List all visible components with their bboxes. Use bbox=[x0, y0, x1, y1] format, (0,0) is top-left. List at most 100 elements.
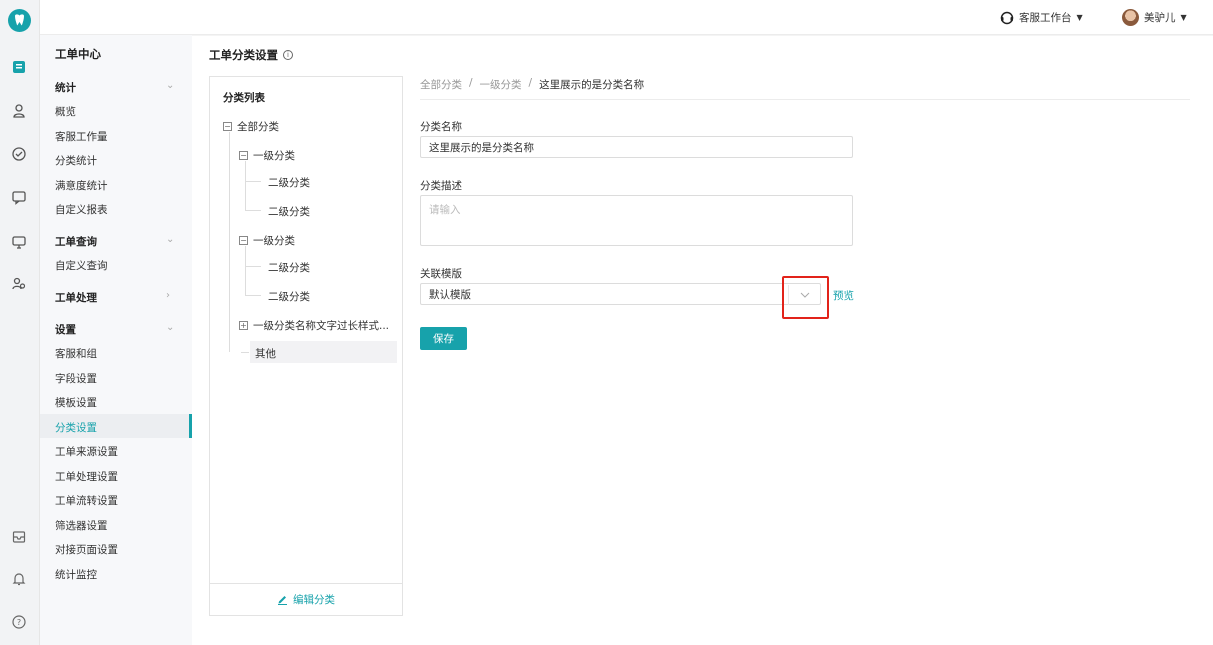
icon-rail: ? bbox=[0, 0, 40, 645]
caret-down-icon: ▼ bbox=[1076, 13, 1083, 22]
nav-item-process-settings[interactable]: 工单处理设置 bbox=[55, 469, 118, 484]
tree-guide bbox=[229, 132, 230, 352]
breadcrumb: 全部分类 / 一级分类 / 这里展示的是分类名称 bbox=[420, 77, 644, 92]
info-icon[interactable]: i bbox=[283, 50, 293, 60]
headset-icon bbox=[1000, 11, 1014, 24]
help-icon[interactable]: ? bbox=[10, 613, 28, 631]
desc-placeholder: 请输入 bbox=[429, 204, 461, 216]
breadcrumb-item[interactable]: 一级分类 bbox=[480, 77, 522, 92]
user-name: 美驴儿 bbox=[1144, 12, 1176, 24]
breadcrumb-item[interactable]: 全部分类 bbox=[420, 77, 462, 92]
tree-node-level2[interactable]: 二级分类 bbox=[268, 289, 310, 304]
nav-item-category-settings[interactable]: 分类设置 bbox=[55, 420, 97, 435]
tree-node-root[interactable]: − 全部分类 bbox=[223, 119, 279, 134]
sidebar-nav: 工单中心 统计 ⌄ 概览 客服工作量 分类统计 满意度统计 自定义报表 工单查询… bbox=[40, 0, 192, 645]
app-logo-icon[interactable] bbox=[8, 9, 31, 32]
page-title-text: 工单分类设置 bbox=[209, 48, 278, 62]
preview-link[interactable]: 预览 bbox=[833, 288, 854, 303]
tree-node-level1[interactable]: − 一级分类 bbox=[239, 148, 295, 163]
nav-item-custom-query[interactable]: 自定义查询 bbox=[55, 258, 108, 273]
category-name-value: 这里展示的是分类名称 bbox=[429, 141, 534, 154]
chevron-down-icon[interactable]: ⌄ bbox=[166, 322, 174, 333]
template-select[interactable]: 默认模版 bbox=[420, 283, 821, 305]
tree-guide bbox=[245, 161, 246, 211]
monitor-icon[interactable] bbox=[10, 233, 28, 251]
nav-item-field-settings[interactable]: 字段设置 bbox=[55, 371, 97, 386]
nav-group-settings[interactable]: 设置 bbox=[55, 322, 76, 337]
nav-item-custom-report[interactable]: 自定义报表 bbox=[55, 202, 108, 217]
check-circle-icon[interactable] bbox=[10, 145, 28, 163]
category-desc-textarea[interactable]: 请输入 bbox=[420, 195, 853, 246]
highlight-box bbox=[782, 276, 829, 319]
tree-node-level1[interactable]: − 一级分类 bbox=[239, 233, 295, 248]
collapse-icon[interactable]: − bbox=[239, 236, 248, 245]
nav-item-category-stats[interactable]: 分类统计 bbox=[55, 153, 97, 168]
tree-node-label: 一级分类名称文字过长样式... bbox=[253, 320, 390, 332]
nav-item-filter-settings[interactable]: 筛选器设置 bbox=[55, 518, 108, 533]
customer-icon[interactable] bbox=[10, 102, 28, 120]
tree-guide bbox=[241, 352, 249, 353]
divider bbox=[420, 99, 1190, 100]
nav-item-agent-workload[interactable]: 客服工作量 bbox=[55, 129, 108, 144]
chevron-right-icon[interactable]: › bbox=[166, 290, 170, 301]
edit-icon bbox=[278, 596, 287, 605]
main-content: 工单分类设置 i 分类列表 − 全部分类 − 一级分类 二级分类 二级分类 − … bbox=[192, 36, 1213, 645]
tree-node-level2[interactable]: 二级分类 bbox=[268, 175, 310, 190]
nav-item-template-settings[interactable]: 模板设置 bbox=[55, 395, 97, 410]
breadcrumb-current: 这里展示的是分类名称 bbox=[539, 79, 645, 91]
expand-icon[interactable]: + bbox=[239, 321, 248, 330]
tree-node-label: 全部分类 bbox=[237, 121, 279, 133]
inbox-icon[interactable] bbox=[10, 528, 28, 546]
tree-title: 分类列表 bbox=[223, 92, 265, 104]
team-icon[interactable] bbox=[10, 275, 28, 293]
category-tree-panel: 分类列表 − 全部分类 − 一级分类 二级分类 二级分类 − 一级分类 二级分类… bbox=[209, 76, 403, 616]
tree-node-label: 一级分类 bbox=[253, 235, 295, 247]
breadcrumb-separator: / bbox=[528, 77, 533, 89]
breadcrumb-separator: / bbox=[469, 77, 473, 89]
nav-item-flow-settings[interactable]: 工单流转设置 bbox=[55, 493, 118, 508]
nav-item-stats-monitor[interactable]: 统计监控 bbox=[55, 567, 97, 582]
chevron-down-icon[interactable]: ⌄ bbox=[166, 234, 174, 245]
tree-guide bbox=[245, 295, 261, 296]
page-title: 工单分类设置 i bbox=[209, 47, 293, 63]
avatar bbox=[1122, 9, 1139, 26]
workspace-switcher[interactable]: 客服工作台 ▼ bbox=[1000, 10, 1083, 25]
tree-guide bbox=[245, 210, 261, 211]
collapse-icon[interactable]: − bbox=[223, 122, 232, 131]
bell-icon[interactable] bbox=[10, 570, 28, 588]
save-button[interactable]: 保存 bbox=[420, 327, 467, 350]
workspace-label: 客服工作台 bbox=[1019, 12, 1072, 24]
tree-guide bbox=[245, 266, 261, 267]
edit-category-button[interactable]: 编辑分类 bbox=[210, 583, 402, 615]
ticket-icon[interactable] bbox=[10, 58, 28, 76]
desc-label: 分类描述 bbox=[420, 180, 462, 192]
nav-group-query[interactable]: 工单查询 bbox=[55, 234, 97, 249]
nav-group-stats[interactable]: 统计 bbox=[55, 80, 76, 95]
category-name-input[interactable]: 这里展示的是分类名称 bbox=[420, 136, 853, 158]
chevron-down-icon[interactable]: ⌄ bbox=[166, 80, 174, 91]
nav-group-process[interactable]: 工单处理 bbox=[55, 290, 97, 305]
collapse-icon[interactable]: − bbox=[239, 151, 248, 160]
caret-down-icon: ▼ bbox=[1180, 13, 1187, 22]
nav-item-agents-groups[interactable]: 客服和组 bbox=[55, 346, 97, 361]
nav-item-overview[interactable]: 概览 bbox=[55, 104, 76, 119]
svg-text:?: ? bbox=[17, 618, 21, 627]
tree-node-level2[interactable]: 二级分类 bbox=[268, 204, 310, 219]
tree-node-label: 一级分类 bbox=[253, 150, 295, 162]
chat-icon[interactable] bbox=[10, 188, 28, 206]
nav-item-satisfaction-stats[interactable]: 满意度统计 bbox=[55, 178, 108, 193]
nav-title: 工单中心 bbox=[55, 47, 101, 61]
template-value: 默认模版 bbox=[429, 288, 471, 301]
nav-item-page-integration[interactable]: 对接页面设置 bbox=[55, 542, 118, 557]
edit-category-label: 编辑分类 bbox=[293, 594, 335, 606]
tree-node-other[interactable]: 其他 bbox=[255, 346, 276, 361]
template-label: 关联模版 bbox=[420, 268, 462, 280]
tree-node-level2[interactable]: 二级分类 bbox=[268, 260, 310, 275]
tree-guide bbox=[245, 246, 246, 296]
nav-item-source-settings[interactable]: 工单来源设置 bbox=[55, 444, 118, 459]
name-label: 分类名称 bbox=[420, 121, 462, 133]
top-bar: 客服工作台 ▼ 美驴儿 ▼ bbox=[40, 0, 1213, 35]
tree-node-level1-long[interactable]: + 一级分类名称文字过长样式... bbox=[239, 318, 389, 333]
user-menu[interactable]: 美驴儿 ▼ bbox=[1122, 9, 1187, 26]
tree-guide bbox=[245, 181, 261, 182]
